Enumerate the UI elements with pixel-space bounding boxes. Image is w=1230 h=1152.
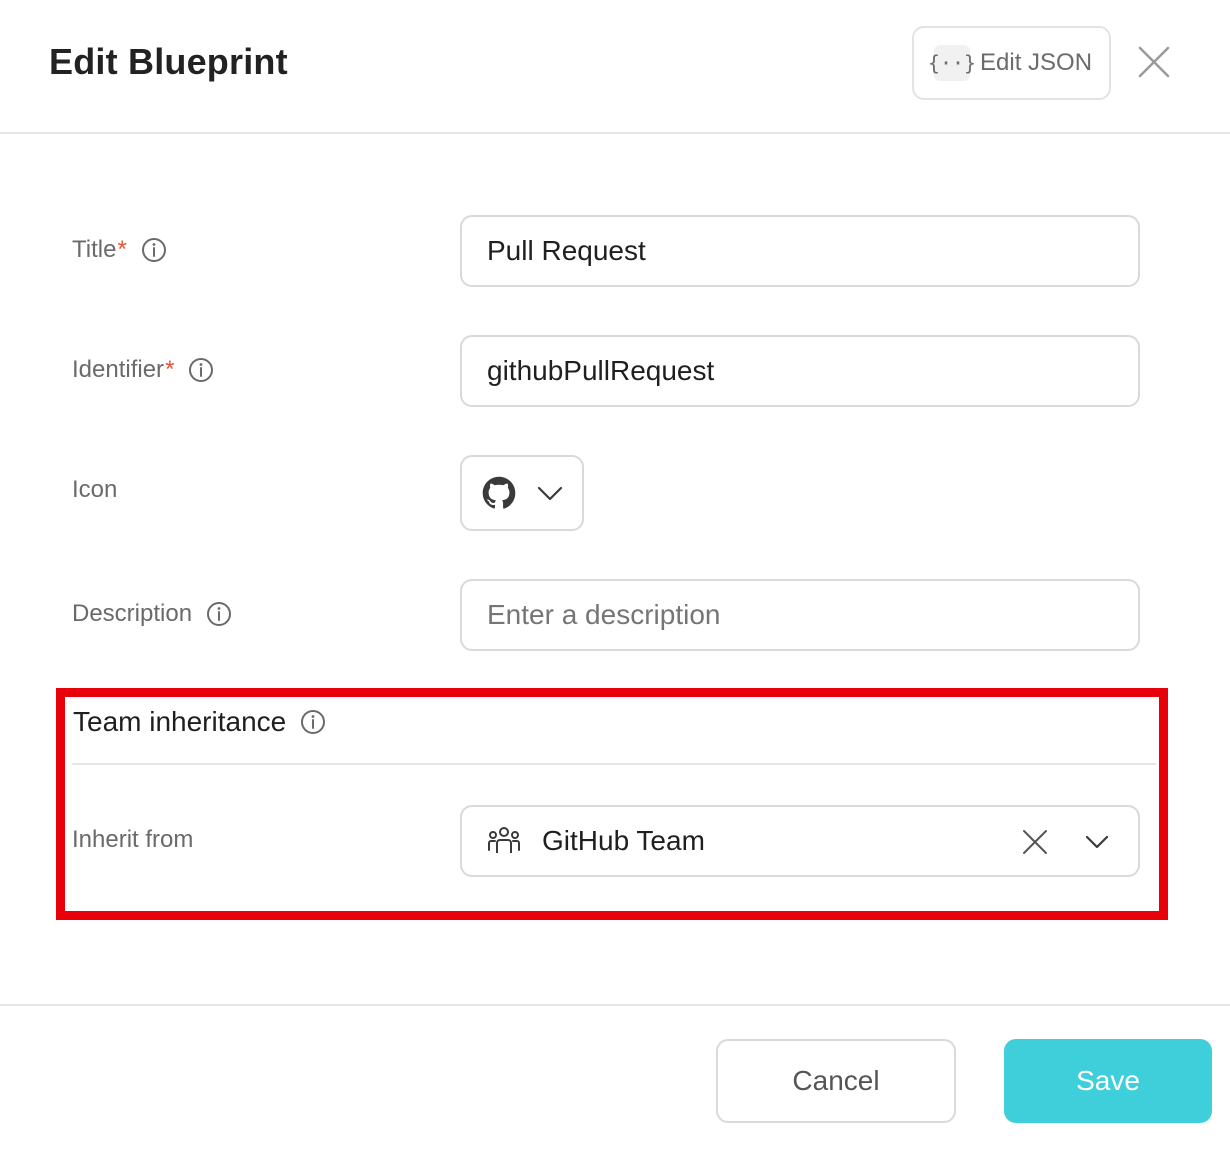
json-braces-icon: {··} <box>928 45 976 81</box>
icon-label: Icon <box>72 476 118 503</box>
inherit-from-value: GitHub Team <box>542 825 705 856</box>
edit-json-button[interactable]: {··} Edit JSON <box>912 26 1111 100</box>
identifier-label: Identifier <box>72 356 165 383</box>
edit-json-label: Edit JSON <box>980 49 1093 76</box>
team-inheritance-title-row: Team inheritance <box>73 706 326 738</box>
description-input[interactable]: Enter a description <box>460 579 1140 651</box>
title-label: Title <box>72 236 117 263</box>
section-divider <box>72 763 1156 765</box>
edit-blueprint-dialog: Edit Blueprint {··} Edit JSON Title * Pu… <box>0 0 1230 1152</box>
icon-select[interactable] <box>460 455 584 531</box>
save-button[interactable]: Save <box>1004 1039 1212 1123</box>
dialog-header: Edit Blueprint {··} Edit JSON <box>0 0 1230 134</box>
description-label: Description <box>72 600 193 627</box>
github-icon <box>482 476 516 509</box>
title-input[interactable]: Pull Request <box>460 215 1140 287</box>
dialog-title: Edit Blueprint <box>49 41 288 82</box>
footer-divider <box>0 1004 1230 1006</box>
clear-icon[interactable] <box>1020 827 1050 857</box>
inherit-from-label: Inherit from <box>72 826 194 853</box>
info-icon[interactable] <box>300 709 326 735</box>
cancel-button[interactable]: Cancel <box>716 1039 956 1123</box>
identifier-label-row: Identifier * <box>72 356 214 384</box>
inherit-from-label-row: Inherit from <box>72 826 193 854</box>
inherit-from-select[interactable]: GitHub Team <box>460 805 1140 877</box>
icon-label-row: Icon <box>72 476 117 504</box>
info-icon[interactable] <box>188 357 214 383</box>
identifier-input[interactable]: githubPullRequest <box>460 335 1140 407</box>
info-icon[interactable] <box>206 601 232 627</box>
title-label-row: Title * <box>72 236 167 264</box>
team-icon <box>488 827 520 853</box>
description-label-row: Description <box>72 600 232 628</box>
required-mark: * <box>165 356 175 383</box>
team-inheritance-title: Team inheritance <box>73 706 287 737</box>
close-icon[interactable] <box>1136 44 1172 80</box>
chevron-down-icon[interactable] <box>1084 829 1110 855</box>
info-icon[interactable] <box>141 237 167 263</box>
chevron-down-icon <box>537 486 563 501</box>
required-mark: * <box>117 236 127 263</box>
